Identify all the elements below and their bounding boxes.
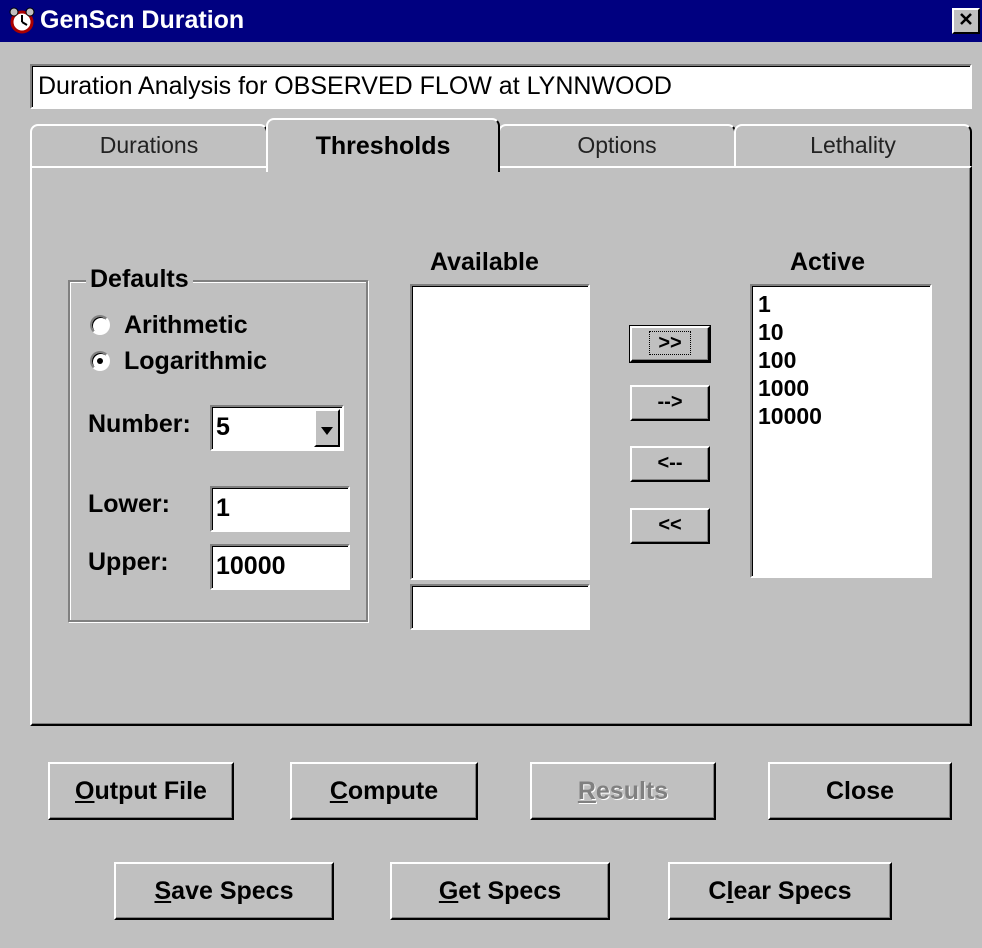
get-specs-mnemonic: G	[438, 877, 459, 905]
alarm-clock-icon	[8, 7, 36, 35]
clear-specs-label: ear Specs	[733, 877, 852, 905]
tab-options[interactable]: Options	[498, 124, 736, 168]
remove-one-button[interactable]: <--	[630, 446, 710, 482]
output-file-label: utput File	[94, 777, 207, 805]
close-button[interactable]: Close	[768, 762, 952, 820]
list-item[interactable]: 1000	[758, 374, 924, 402]
window-title: GenScn Duration	[40, 6, 245, 34]
number-label: Number:	[88, 410, 191, 438]
available-input[interactable]	[410, 584, 590, 630]
upper-input[interactable]: 10000	[210, 544, 350, 590]
upper-label: Upper:	[88, 548, 169, 576]
list-item[interactable]: 100	[758, 346, 924, 374]
available-header: Available	[430, 248, 539, 276]
save-specs-button[interactable]: Save Specs	[114, 862, 334, 920]
results-label: esults	[595, 777, 669, 805]
save-specs-mnemonic: S	[154, 877, 172, 905]
tab-durations[interactable]: Durations	[30, 124, 268, 168]
results-mnemonic: R	[577, 777, 596, 805]
clear-specs-button[interactable]: Clear Specs	[668, 862, 892, 920]
number-select[interactable]: 5	[210, 405, 344, 451]
clear-specs-prefix: C	[708, 877, 727, 905]
list-item[interactable]: 10000	[758, 402, 924, 430]
lower-label: Lower:	[88, 490, 170, 518]
chevron-down-icon	[320, 408, 334, 448]
window-close-button[interactable]	[952, 8, 980, 34]
add-all-label: >>	[649, 331, 691, 355]
list-item[interactable]: 10	[758, 318, 924, 346]
results-button[interactable]: Results	[530, 762, 716, 820]
title-bar: GenScn Duration	[0, 0, 982, 42]
get-specs-label: et Specs	[458, 877, 562, 905]
tab-thresholds[interactable]: Thresholds	[266, 118, 500, 172]
analysis-title-field[interactable]: Duration Analysis for OBSERVED FLOW at L…	[30, 64, 972, 109]
available-list[interactable]	[410, 284, 590, 580]
radio-logarithmic[interactable]: Logarithmic	[90, 345, 267, 377]
save-specs-label: ave Specs	[171, 877, 294, 905]
active-list[interactable]: 1 10 100 1000 10000	[750, 284, 932, 578]
remove-all-button[interactable]: <<	[630, 508, 710, 544]
number-value: 5	[216, 413, 230, 441]
compute-mnemonic: C	[329, 777, 348, 805]
compute-label: ompute	[347, 777, 439, 805]
radio-button-checked[interactable]	[90, 351, 110, 371]
radio-button-unchecked[interactable]	[90, 315, 110, 335]
number-dropdown-button[interactable]	[314, 409, 340, 447]
active-header: Active	[790, 248, 866, 276]
add-one-button[interactable]: -->	[630, 385, 710, 421]
radio-arithmetic-label: Arithmetic	[124, 310, 248, 339]
compute-button[interactable]: Compute	[290, 762, 478, 820]
list-item[interactable]: 1	[758, 290, 924, 318]
get-specs-button[interactable]: Get Specs	[390, 862, 610, 920]
defaults-legend: Defaults	[86, 265, 193, 294]
radio-arithmetic[interactable]: Arithmetic	[90, 309, 248, 341]
lower-input[interactable]: 1	[210, 486, 350, 532]
add-all-button[interactable]: >>	[629, 325, 711, 363]
output-file-mnemonic: O	[75, 777, 95, 805]
tab-lethality[interactable]: Lethality	[734, 124, 972, 168]
close-icon	[959, 12, 973, 31]
output-file-button[interactable]: Output File	[48, 762, 234, 820]
radio-logarithmic-label: Logarithmic	[124, 346, 268, 375]
